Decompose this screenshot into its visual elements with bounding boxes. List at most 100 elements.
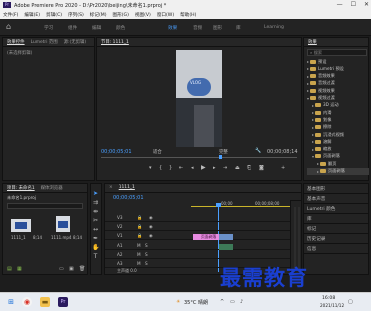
effects-tree-item[interactable]: ▸ 翻页 xyxy=(307,160,369,167)
mark-in-icon[interactable]: { xyxy=(159,165,162,171)
effects-tree-item[interactable]: ▸ 划像 xyxy=(307,116,369,123)
chevron-right-icon[interactable]: ▸ xyxy=(312,132,314,137)
chevron-right-icon[interactable]: ▸ xyxy=(312,110,314,115)
solo-icon[interactable]: S xyxy=(145,261,148,266)
tab-lumetri-scopes[interactable]: Lumetri 范围 xyxy=(31,39,58,45)
razor-tool-icon[interactable]: ✂ xyxy=(92,217,99,224)
workspace-tab-libraries[interactable]: 库 xyxy=(236,25,241,31)
timeline-timecode[interactable]: 00;00;05;01 xyxy=(113,195,144,201)
workspace-tab-graphics[interactable]: 图形 xyxy=(213,25,222,31)
minimize-button[interactable]: — xyxy=(337,1,343,8)
project-item-thumbnail[interactable] xyxy=(56,216,70,232)
menu-window[interactable]: 窗口(W) xyxy=(157,12,174,18)
chevron-right-icon[interactable]: ▸ xyxy=(312,147,314,152)
weather-text[interactable]: 35°C 晴朗 xyxy=(184,299,208,306)
pen-tool-icon[interactable]: ✒ xyxy=(92,235,99,242)
effects-tree-item[interactable]: ▸ 视频效果 xyxy=(307,87,369,94)
transition-clip[interactable]: 页面剥落 xyxy=(193,234,219,240)
tab-effect-controls[interactable]: 效果控件 xyxy=(7,39,25,45)
effects-tree-item[interactable]: ▸ 音频效果 xyxy=(307,73,369,80)
add-marker-icon[interactable]: ▾ xyxy=(149,165,152,171)
mute-icon[interactable]: M xyxy=(137,243,141,248)
chevron-down-icon[interactable]: ▾ xyxy=(307,96,309,101)
workspace-tab-color[interactable]: 颜色 xyxy=(116,25,125,31)
lock-icon[interactable]: 🔒 xyxy=(137,215,142,221)
go-to-in-icon[interactable]: ⇤ xyxy=(179,165,183,171)
home-icon[interactable]: ⌂ xyxy=(6,23,14,31)
chevron-right-icon[interactable]: ▸ xyxy=(312,139,314,144)
button-editor-icon[interactable]: + xyxy=(281,165,285,171)
panel-info[interactable]: 信息 xyxy=(304,244,368,254)
trash-icon[interactable]: 🗑 xyxy=(79,266,85,272)
workspace-tab-editing[interactable]: 编辑 xyxy=(92,25,101,31)
menu-view[interactable]: 视图(V) xyxy=(135,12,151,18)
chevron-right-icon[interactable]: ▸ xyxy=(307,66,309,71)
tab-source[interactable]: 源:(无剪辑) xyxy=(64,39,86,45)
go-to-out-icon[interactable]: ⇥ xyxy=(223,165,227,171)
mute-icon[interactable]: M xyxy=(137,252,141,257)
effects-tree-item[interactable]: ▸ 擦除 xyxy=(307,124,369,131)
effects-tree-item[interactable]: ▸ 预设 xyxy=(307,58,369,65)
eye-icon[interactable]: ◉ xyxy=(149,215,153,220)
chevron-right-icon[interactable]: ▸ xyxy=(312,117,314,122)
tray-chevron-icon[interactable]: ^ xyxy=(220,299,224,305)
list-view-icon[interactable]: ▤ xyxy=(7,266,12,272)
project-search-input[interactable] xyxy=(7,203,83,209)
chevron-right-icon[interactable]: ▸ xyxy=(312,103,314,108)
chevron-right-icon[interactable]: ▸ xyxy=(307,81,309,86)
new-bin-icon[interactable]: ▭ xyxy=(59,266,64,272)
workspace-tab-assembly[interactable]: 组件 xyxy=(68,25,77,31)
chevron-right-icon[interactable]: ▸ xyxy=(307,88,309,93)
tab-project[interactable]: 项目: 未命名1 xyxy=(7,185,35,191)
lift-icon[interactable]: ⏏ xyxy=(235,165,240,171)
solo-icon[interactable]: S xyxy=(145,252,148,257)
lock-icon[interactable]: 🔒 xyxy=(137,224,142,230)
video-clip[interactable] xyxy=(219,234,233,240)
chevron-right-icon[interactable]: ▸ xyxy=(307,59,309,64)
chevron-down-icon[interactable]: ▾ xyxy=(312,154,314,159)
menu-edit[interactable]: 编辑(E) xyxy=(24,12,40,18)
extract-icon[interactable]: ⎗ xyxy=(247,165,251,171)
chevron-right-icon[interactable]: ▸ xyxy=(317,169,319,174)
volume-icon[interactable]: ♪ xyxy=(240,299,243,305)
menu-marker[interactable]: 标记(M) xyxy=(90,12,107,18)
wrench-icon[interactable]: 🔧 xyxy=(255,148,261,154)
effects-tree-item[interactable]: ▸ 溶解 xyxy=(307,138,369,145)
menu-graphics[interactable]: 图形(G) xyxy=(113,12,129,18)
menu-help[interactable]: 帮助(H) xyxy=(180,12,196,18)
effects-tree-item[interactable]: ▾ 页面剥落 xyxy=(307,153,369,160)
chevron-right-icon[interactable]: ▸ xyxy=(317,161,319,166)
premiere-taskbar-icon[interactable]: Pr xyxy=(58,297,68,307)
effects-tree-item[interactable]: ▸ 缩放 xyxy=(307,146,369,153)
eye-icon[interactable]: ◉ xyxy=(149,224,153,229)
playhead-handle[interactable] xyxy=(216,203,221,207)
workspace-tab-learning-en[interactable]: Learning xyxy=(264,25,284,30)
network-icon[interactable]: ▭ xyxy=(230,299,235,305)
timeline-close-icon[interactable]: × xyxy=(109,185,113,191)
program-playhead[interactable] xyxy=(219,155,222,159)
export-frame-icon[interactable]: ◙ xyxy=(259,165,264,171)
effects-search-input[interactable]: ⌕ 搜索 xyxy=(307,49,367,56)
chevron-right-icon[interactable]: ▸ xyxy=(307,74,309,79)
selection-tool-icon[interactable]: ➤ xyxy=(92,190,99,197)
workspace-tab-audio[interactable]: 音频 xyxy=(193,25,202,31)
panel-markers[interactable]: 标记 xyxy=(304,224,368,234)
panel-libraries[interactable]: 库 xyxy=(304,214,368,224)
menu-file[interactable]: 文件(F) xyxy=(3,12,18,18)
audio-clip[interactable] xyxy=(219,244,233,250)
step-forward-icon[interactable]: ▸ xyxy=(213,165,216,171)
type-tool-icon[interactable]: T xyxy=(92,253,99,260)
maximize-button[interactable]: ☐ xyxy=(351,1,356,8)
tab-media-browser[interactable]: 媒体浏览器 xyxy=(41,185,63,191)
tab-sequence[interactable]: 1111_1 xyxy=(119,185,135,191)
panel-essential-sound[interactable]: 基本声音 xyxy=(304,194,368,204)
play-icon[interactable]: ▶ xyxy=(201,164,206,171)
effects-tree-item[interactable]: ▸ 内滑 xyxy=(307,109,369,116)
track-select-tool-icon[interactable]: ⇉ xyxy=(92,199,99,206)
slip-tool-icon[interactable]: ↔ xyxy=(92,226,99,233)
new-item-icon[interactable]: ▣ xyxy=(69,266,74,272)
chrome-icon[interactable]: ◉ xyxy=(22,297,32,307)
project-item-thumbnail[interactable] xyxy=(11,219,31,232)
program-scrubber[interactable] xyxy=(101,157,297,158)
hand-tool-icon[interactable]: ✋ xyxy=(92,244,99,251)
